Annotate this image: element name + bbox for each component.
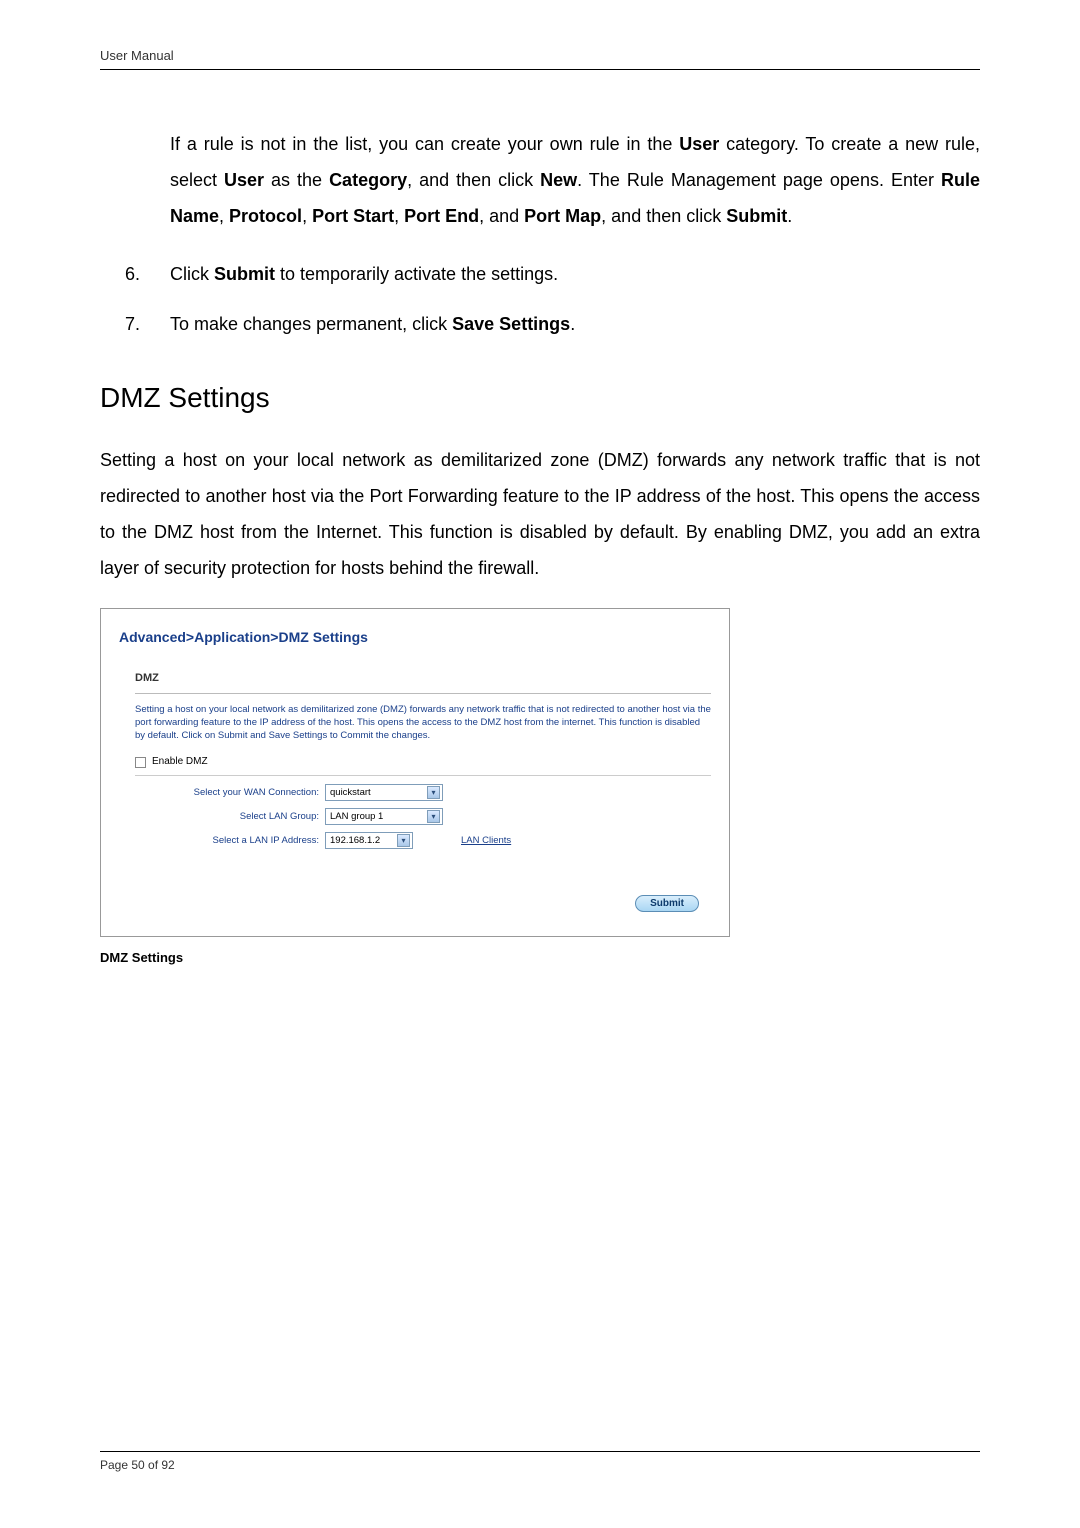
dmz-screenshot: Advanced>Application>DMZ Settings DMZ Se… <box>100 608 730 937</box>
lan-clients-link[interactable]: LAN Clients <box>461 831 511 850</box>
section-paragraph: Setting a host on your local network as … <box>100 442 980 586</box>
bold-portend: Port End <box>404 206 479 226</box>
text: . The Rule Management page opens. Enter <box>577 170 941 190</box>
submit-button[interactable]: Submit <box>635 895 699 912</box>
lan-group-value: LAN group 1 <box>330 807 383 826</box>
step-number: 7. <box>125 306 170 342</box>
text: Click <box>170 264 214 284</box>
bold-protocol: Protocol <box>229 206 302 226</box>
steps-list: 6. Click Submit to temporarily activate … <box>125 256 980 342</box>
bold-user: User <box>679 134 719 154</box>
bold-submit: Submit <box>726 206 787 226</box>
bold-category: Category <box>329 170 407 190</box>
bold: Submit <box>214 264 275 284</box>
text: If a rule is not in the list, you can cr… <box>170 134 679 154</box>
lan-ip-row: Select a LAN IP Address: 192.168.1.2 ▾ L… <box>135 831 711 850</box>
intro-paragraph: If a rule is not in the list, you can cr… <box>170 126 980 234</box>
text: To make changes permanent, click <box>170 314 452 334</box>
step-text: To make changes permanent, click Save Se… <box>170 306 575 342</box>
chevron-down-icon: ▾ <box>427 810 440 823</box>
page-header: User Manual <box>100 48 980 70</box>
figure-caption: DMZ Settings <box>100 945 980 971</box>
chevron-down-icon: ▾ <box>397 834 410 847</box>
bold-portmap: Port Map <box>524 206 601 226</box>
text: . <box>787 206 792 226</box>
wan-select[interactable]: quickstart ▾ <box>325 784 443 801</box>
lan-group-row: Select LAN Group: LAN group 1 ▾ <box>135 807 711 826</box>
step-6: 6. Click Submit to temporarily activate … <box>125 256 980 292</box>
text: , <box>219 206 229 226</box>
page-footer: Page 50 of 92 <box>100 1451 980 1472</box>
bold-user2: User <box>224 170 264 190</box>
text: as the <box>264 170 329 190</box>
text: , and then click <box>601 206 726 226</box>
chevron-down-icon: ▾ <box>427 786 440 799</box>
panel-description: Setting a host on your local network as … <box>135 704 711 742</box>
text: , <box>302 206 312 226</box>
enable-dmz-row: Enable DMZ <box>135 752 711 776</box>
enable-dmz-label: Enable DMZ <box>152 752 208 772</box>
lan-group-label: Select LAN Group: <box>135 807 325 826</box>
page-number: Page 50 of 92 <box>100 1458 175 1472</box>
step-number: 6. <box>125 256 170 292</box>
step-7: 7. To make changes permanent, click Save… <box>125 306 980 342</box>
lan-ip-label: Select a LAN IP Address: <box>135 831 325 850</box>
wan-row: Select your WAN Connection: quickstart ▾ <box>135 783 711 802</box>
header-title: User Manual <box>100 48 174 63</box>
step-text: Click Submit to temporarily activate the… <box>170 256 558 292</box>
enable-dmz-checkbox[interactable] <box>135 757 146 768</box>
wan-value: quickstart <box>330 783 371 802</box>
bold-new: New <box>540 170 577 190</box>
panel-title: DMZ <box>135 667 711 694</box>
text: , and <box>479 206 524 226</box>
text: , <box>394 206 404 226</box>
wan-label: Select your WAN Connection: <box>135 783 325 802</box>
text: , and then click <box>407 170 540 190</box>
lan-ip-value: 192.168.1.2 <box>330 831 380 850</box>
bold: Save Settings <box>452 314 570 334</box>
document-body: If a rule is not in the list, you can cr… <box>100 126 980 1451</box>
section-title: DMZ Settings <box>100 370 980 426</box>
text: . <box>570 314 575 334</box>
lan-group-select[interactable]: LAN group 1 ▾ <box>325 808 443 825</box>
text: to temporarily activate the settings. <box>275 264 558 284</box>
breadcrumb: Advanced>Application>DMZ Settings <box>119 623 711 651</box>
lan-ip-select[interactable]: 192.168.1.2 ▾ <box>325 832 413 849</box>
bold-portstart: Port Start <box>312 206 394 226</box>
